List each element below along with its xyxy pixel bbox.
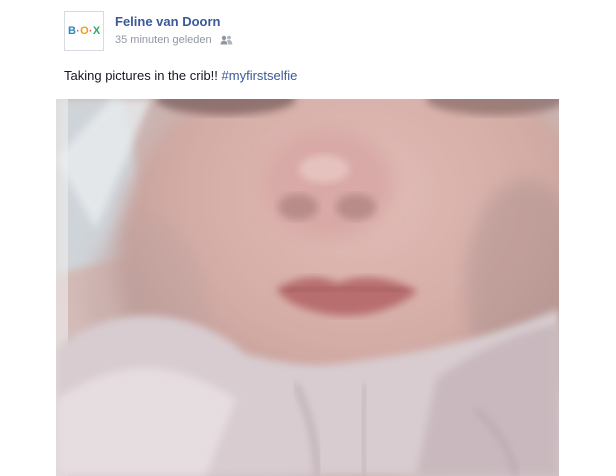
post-meta: 35 minuten geleden — [115, 34, 233, 46]
feed-post: B · O · X Feline van Doorn 35 minuten ge… — [0, 0, 616, 476]
avatar-letter-x: X — [92, 25, 100, 37]
avatar-dot: · — [88, 25, 93, 37]
avatar[interactable]: B · O · X — [64, 11, 104, 51]
timestamp-link[interactable]: 35 minuten geleden — [115, 34, 212, 46]
message-text: Taking pictures in the crib!! — [64, 68, 218, 83]
avatar-letter-b: B — [68, 25, 76, 37]
friends-icon[interactable] — [220, 35, 233, 45]
baby-selfie-photo[interactable] — [56, 99, 559, 476]
avatar-letter-o: O — [80, 25, 89, 37]
hashtag-link[interactable]: #myfirstselfie — [222, 68, 298, 83]
avatar-dot: · — [76, 25, 80, 37]
post-message: Taking pictures in the crib!! #myfirstse… — [64, 68, 297, 83]
author-name-link[interactable]: Feline van Doorn — [115, 14, 220, 29]
